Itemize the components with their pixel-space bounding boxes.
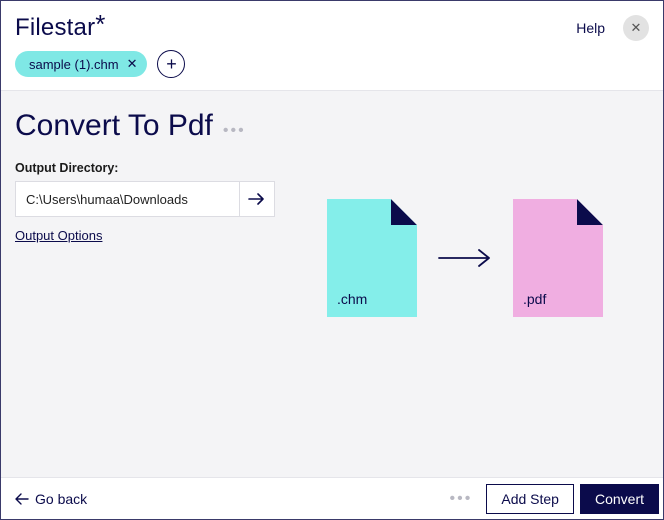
star-icon: *: [95, 9, 105, 39]
help-link[interactable]: Help: [576, 20, 605, 36]
arrow-right-icon: [437, 248, 493, 268]
convert-button[interactable]: Convert: [580, 484, 659, 514]
title-menu-button[interactable]: •••: [223, 122, 246, 140]
go-back-button[interactable]: Go back: [15, 491, 87, 507]
app-window: Filestar* Help ✕ sample (1).chm ✕ + Conv…: [0, 0, 664, 520]
page-title: Convert To Pdf: [15, 109, 213, 143]
output-path-input[interactable]: [15, 181, 239, 217]
output-options-link[interactable]: Output Options: [15, 228, 102, 243]
arrow-left-icon: [15, 493, 29, 505]
app-name: Filestar: [15, 14, 95, 41]
title-row: Convert To Pdf •••: [15, 109, 649, 143]
footer-actions: ••• Add Step Convert: [436, 478, 663, 519]
output-path-row: [15, 181, 275, 217]
file-chip[interactable]: sample (1).chm ✕: [15, 51, 147, 77]
target-ext-label: .pdf: [523, 291, 546, 307]
add-step-button[interactable]: Add Step: [486, 484, 574, 514]
add-file-button[interactable]: +: [157, 50, 185, 78]
conversion-illustration: .chm .pdf: [327, 199, 603, 317]
plus-icon: +: [166, 54, 177, 75]
source-file-icon: .chm: [327, 199, 417, 317]
header: Filestar* Help ✕: [1, 1, 663, 50]
file-chip-row: sample (1).chm ✕ +: [1, 50, 663, 91]
close-button[interactable]: ✕: [623, 15, 649, 41]
footer-menu-button[interactable]: •••: [436, 490, 487, 508]
source-ext-label: .chm: [337, 291, 367, 307]
footer: Go back ••• Add Step Convert: [1, 477, 663, 519]
header-actions: Help ✕: [576, 15, 649, 41]
chip-remove-icon[interactable]: ✕: [127, 56, 138, 72]
output-directory-label: Output Directory:: [15, 161, 649, 175]
app-logo: Filestar*: [15, 11, 106, 42]
output-path-browse-button[interactable]: [239, 181, 275, 217]
file-chip-label: sample (1).chm: [29, 57, 119, 72]
arrow-right-icon: [248, 192, 266, 206]
target-file-icon: .pdf: [513, 199, 603, 317]
go-back-label: Go back: [35, 491, 87, 507]
main-panel: Convert To Pdf ••• Output Directory: Out…: [1, 91, 663, 477]
close-icon: ✕: [631, 20, 642, 36]
